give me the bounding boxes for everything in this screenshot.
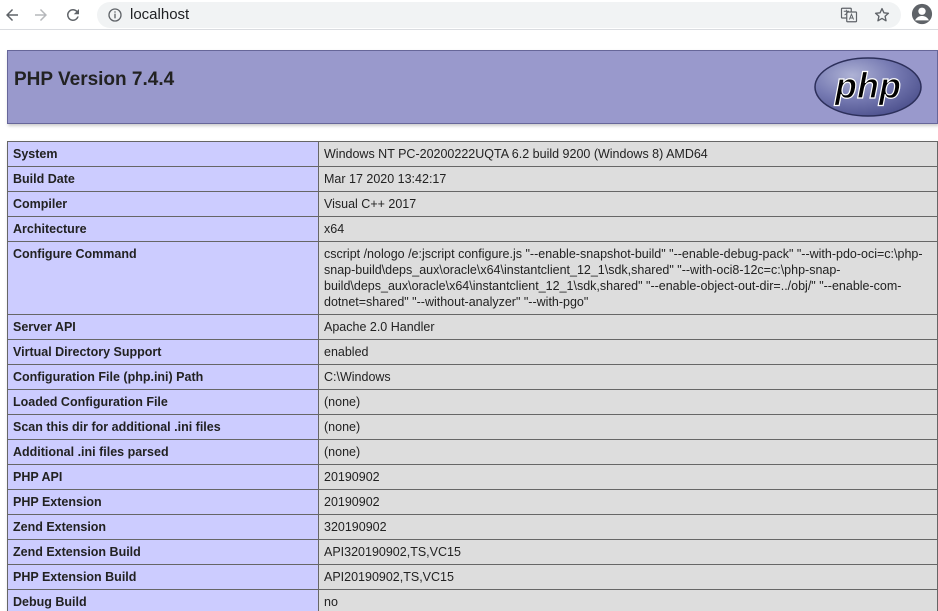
- page-title: PHP Version 7.4.4: [14, 69, 175, 90]
- translate-icon[interactable]: [840, 6, 858, 24]
- url-text[interactable]: localhost: [130, 6, 189, 23]
- row-label: Scan this dir for additional .ini files: [7, 414, 319, 440]
- row-value: x64: [318, 216, 938, 242]
- row-label: Build Date: [7, 166, 319, 192]
- row-label: PHP Extension: [7, 489, 319, 515]
- row-value: 20190902: [318, 489, 938, 515]
- bookmark-star-icon[interactable]: [873, 6, 891, 24]
- row-label: Virtual Directory Support: [7, 339, 319, 365]
- table-row: PHP Extension Build API20190902,TS,VC15: [7, 564, 938, 590]
- php-logo[interactable]: php: [813, 56, 923, 118]
- table-row: Additional .ini files parsed (none): [7, 439, 938, 465]
- table-row: Debug Build no: [7, 589, 938, 611]
- page-content: PHP Version 7.4.4 php System Windows NT P…: [0, 31, 938, 611]
- row-value: API320190902,TS,VC15: [318, 539, 938, 565]
- arrow-right-icon: [35, 9, 47, 21]
- reload-icon: [66, 8, 79, 21]
- table-row: Scan this dir for additional .ini files(…: [7, 414, 938, 440]
- row-label: PHP Extension Build: [7, 564, 319, 590]
- table-row: Zend Extension Build API320190902,TS,VC15: [7, 539, 938, 565]
- info-icon[interactable]: [107, 7, 123, 23]
- address-bar[interactable]: localhost: [97, 2, 901, 28]
- table-row: Configuration File (php.ini) Path C:\Wind…: [7, 364, 938, 390]
- row-value: (none): [318, 439, 938, 465]
- php-version-header: PHP Version 7.4.4 php: [7, 50, 938, 124]
- arrow-left-icon: [6, 9, 18, 21]
- table-row: Loaded Configuration File (none): [7, 389, 938, 415]
- row-label: Configure Command: [7, 241, 319, 315]
- row-label: Zend Extension Build: [7, 539, 319, 565]
- php-info-table: System Windows NT PC-20200222UQTA 6.2 bui…: [7, 141, 938, 611]
- forward-button[interactable]: [29, 3, 53, 27]
- row-label: Configuration File (php.ini) Path: [7, 364, 319, 390]
- row-value: 20190902: [318, 464, 938, 490]
- row-label: Debug Build: [7, 589, 319, 611]
- row-value: Mar 17 2020 13:42:17: [318, 166, 938, 192]
- row-label: PHP API: [7, 464, 319, 490]
- row-value: C:\Windows: [318, 364, 938, 390]
- row-value: Apache 2.0 Handler: [318, 314, 938, 340]
- browser-toolbar: localhost: [0, 0, 938, 30]
- row-value: Visual C++ 2017: [318, 191, 938, 217]
- row-value: Windows NT PC-20200222UQTA 6.2 build 920…: [318, 141, 938, 167]
- table-row: Compiler Visual C++ 2017: [7, 191, 938, 217]
- row-label: Zend Extension: [7, 514, 319, 540]
- table-row: Virtual Directory Support enabled: [7, 339, 938, 365]
- reload-button[interactable]: [61, 3, 85, 27]
- table-row: PHP API 20190902: [7, 464, 938, 490]
- table-row: System Windows NT PC-20200222UQTA 6.2 bui…: [7, 141, 938, 167]
- row-label: Server API: [7, 314, 319, 340]
- table-row: Architecture x64: [7, 216, 938, 242]
- row-label: Compiler: [7, 191, 319, 217]
- row-value: cscript /nologo /e:jscript configure.js …: [318, 241, 938, 315]
- table-row: Configure Command cscript /nologo /e:jscr…: [7, 241, 938, 315]
- row-label: Architecture: [7, 216, 319, 242]
- row-value: (none): [318, 414, 938, 440]
- row-value: 320190902: [318, 514, 938, 540]
- table-row: Build Date Mar 17 2020 13:42:17: [7, 166, 938, 192]
- row-value: no: [318, 589, 938, 611]
- row-label: Loaded Configuration File: [7, 389, 319, 415]
- table-row: Zend Extension 320190902: [7, 514, 938, 540]
- row-label: Additional .ini files parsed: [7, 439, 319, 465]
- row-label: System: [7, 141, 319, 167]
- row-value: (none): [318, 389, 938, 415]
- table-row: Server API Apache 2.0 Handler: [7, 314, 938, 340]
- profile-avatar-icon[interactable]: [911, 3, 933, 25]
- svg-text:php: php: [834, 65, 901, 106]
- back-button[interactable]: [0, 3, 24, 27]
- table-row: PHP Extension 20190902: [7, 489, 938, 515]
- row-value: enabled: [318, 339, 938, 365]
- row-value: API20190902,TS,VC15: [318, 564, 938, 590]
